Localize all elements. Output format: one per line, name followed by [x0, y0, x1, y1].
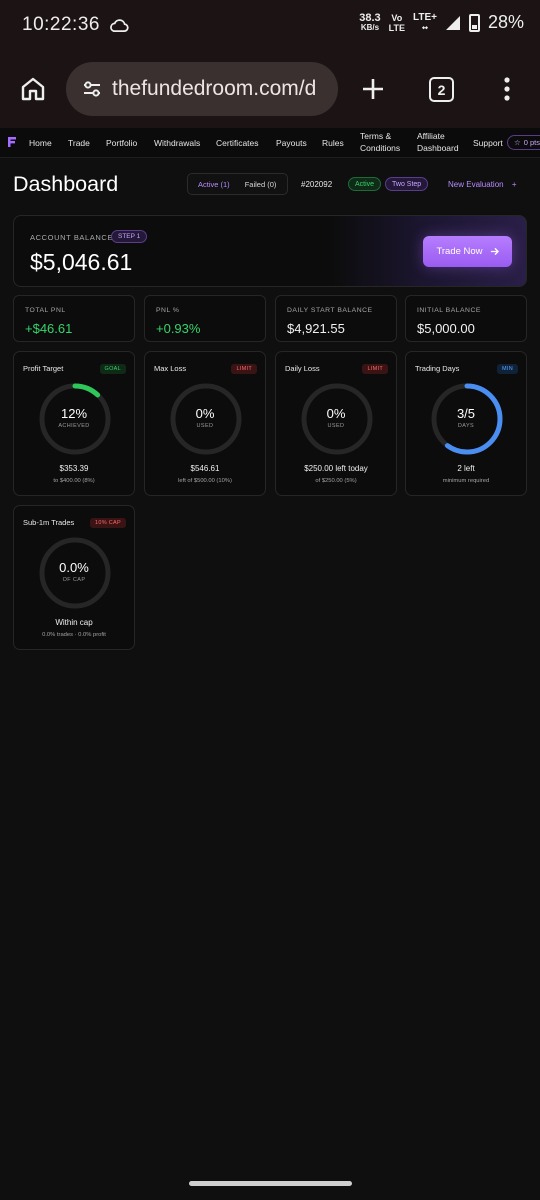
gauge-card-profit-target: Profit Target GOAL 12% ACHIEVED $353.39 to $4…: [13, 351, 135, 496]
gauge-badge: 10% CAP: [90, 518, 126, 528]
gauge-main-text: 2 left: [457, 464, 475, 473]
gesture-bar[interactable]: [189, 1181, 352, 1186]
network-speed: 38.3 KB/s: [359, 11, 381, 32]
url-text: thefundedroom.com/d: [112, 77, 317, 100]
gauge-note: of $250.00 (5%): [315, 478, 357, 484]
account-id: #202092: [301, 180, 333, 189]
gauge-title: Profit Target: [23, 364, 64, 373]
gauge-unit: OF CAP: [62, 577, 86, 583]
nav-rules[interactable]: Rules: [322, 138, 344, 148]
nav-home[interactable]: Home: [29, 138, 52, 148]
gauge-main-text: $546.61: [190, 464, 220, 473]
signal-icon: [445, 15, 460, 30]
gauge-main-text: $250.00 left today: [304, 464, 368, 473]
stat-pnl-percent: PNL % +0.93%: [144, 295, 266, 342]
gauge-note: 0.0% trades · 0.0% profit: [42, 632, 106, 638]
nav-support[interactable]: Support: [473, 138, 503, 148]
new-tab-icon[interactable]: [361, 77, 385, 101]
nav-portfolio[interactable]: Portfolio: [106, 138, 137, 148]
gauge-card-max-loss: Max Loss LIMIT 0% USED $546.61 left of $500.0…: [144, 351, 266, 496]
site-settings-icon[interactable]: [82, 80, 102, 98]
gauge-note: to $400.00 (8%): [53, 478, 95, 484]
stat-value: $5,000.00: [417, 321, 475, 336]
gauge-title: Daily Loss: [285, 364, 320, 373]
battery-percent: 28%: [487, 12, 524, 32]
nav-withdrawals[interactable]: Withdrawals: [154, 138, 200, 148]
gauge-card-sub-1m-trades: Sub-1m Trades 10% CAP 0.0% OF CAP Within cap…: [13, 505, 135, 650]
gauge-card-daily-loss: Daily Loss LIMIT 0% USED $250.00 left today o…: [275, 351, 397, 496]
more-menu-icon[interactable]: [503, 77, 511, 101]
account-balance-card: ACCOUNT BALANCE STEP 1 $5,046.61 Trade N…: [13, 215, 527, 287]
arrow-right-icon: [490, 247, 499, 256]
volte-indicator: Vo LTE: [388, 12, 405, 33]
stat-value: $4,921.55: [287, 321, 345, 336]
gauge-title: Trading Days: [415, 364, 460, 373]
page-title: Dashboard: [13, 172, 119, 196]
gauge-note: minimum required: [442, 478, 490, 484]
gauge-title: Max Loss: [154, 364, 187, 373]
balance-value: $5,046.61: [30, 249, 133, 275]
balance-label: ACCOUNT BALANCE: [30, 233, 114, 242]
nav-certificates[interactable]: Certificates: [216, 138, 259, 148]
gauge-note: left of $500.00 (10%): [178, 478, 232, 484]
account-filter-tabs: Active (1) Failed (0): [187, 173, 288, 195]
gauge-unit: DAYS: [457, 423, 475, 429]
gauge-card-trading-days: Trading Days MIN 3/5 DAYS 2 left minimum requ…: [405, 351, 527, 496]
gauge-value: 0%: [195, 406, 215, 421]
new-evaluation-button[interactable]: New Evaluation +: [448, 180, 517, 189]
status-badge: Active: [348, 177, 382, 191]
tab-failed-accounts[interactable]: Failed (0): [245, 180, 277, 189]
gauge-badge: LIMIT: [231, 364, 257, 374]
gauge-title: Sub-1m Trades: [23, 518, 75, 527]
plus-icon: +: [511, 180, 517, 189]
site-nav: Home Trade Portfolio Withdrawals Certifi…: [0, 128, 540, 158]
step-badge: STEP 1: [111, 230, 148, 243]
home-icon[interactable]: [20, 76, 46, 102]
nav-payouts[interactable]: Payouts: [276, 138, 307, 148]
nav-trade[interactable]: Trade: [68, 138, 90, 148]
phase-badge: Two Step: [385, 177, 429, 191]
gauge-value: 3/5: [456, 406, 476, 421]
star-icon: ☆: [514, 138, 521, 147]
battery-icon: [468, 13, 480, 32]
stat-value: +$46.61: [25, 321, 73, 336]
status-indicators: 38.3 KB/s Vo LTE LTE+ ⬩⬩ 28%: [359, 12, 524, 33]
gauge-value: 0%: [326, 406, 346, 421]
browser-toolbar: thefundedroom.com/d 2: [0, 50, 540, 128]
gauge-badge: MIN: [497, 364, 518, 374]
status-bar: 10:22:36 38.3 KB/s Vo LTE LTE+ ⬩⬩ 28%: [0, 0, 540, 50]
gauge-unit: ACHIEVED: [58, 423, 90, 429]
nav-affiliate[interactable]: Affiliate Dashboard: [417, 130, 459, 154]
gauge-value: 12%: [60, 406, 88, 421]
points-value: 0 pts: [523, 138, 540, 147]
gauge-badge: LIMIT: [362, 364, 388, 374]
gauge-main-text: $353.39: [59, 464, 89, 473]
stat-total-pnl: TOTAL PNL +$46.61: [13, 295, 135, 342]
lte-indicator: LTE+ ⬩⬩: [412, 11, 437, 32]
tab-active-accounts[interactable]: Active (1): [198, 180, 230, 189]
cloud-icon: [110, 19, 129, 32]
status-time: 10:22:36: [22, 14, 100, 35]
points-pill[interactable]: ☆ 0 pts: [507, 135, 540, 150]
gauge-unit: USED: [327, 423, 345, 429]
trade-now-button[interactable]: Trade Now: [423, 236, 512, 267]
tab-switcher-button[interactable]: 2: [429, 77, 454, 102]
address-bar[interactable]: thefundedroom.com/d: [66, 62, 338, 116]
stat-initial-balance: INITIAL BALANCE $5,000.00: [405, 295, 527, 342]
gauge-badge: GOAL: [99, 364, 126, 374]
gauge-unit: USED: [196, 423, 214, 429]
stat-daily-start-balance: DAILY START BALANCE $4,921.55: [275, 295, 397, 342]
gauge-main-text: Within cap: [55, 618, 93, 627]
logo-icon[interactable]: [7, 136, 17, 148]
stat-value: +0.93%: [156, 321, 201, 336]
gauge-value: 0.0%: [59, 560, 89, 575]
nav-terms[interactable]: Terms & Conditions: [360, 130, 400, 154]
